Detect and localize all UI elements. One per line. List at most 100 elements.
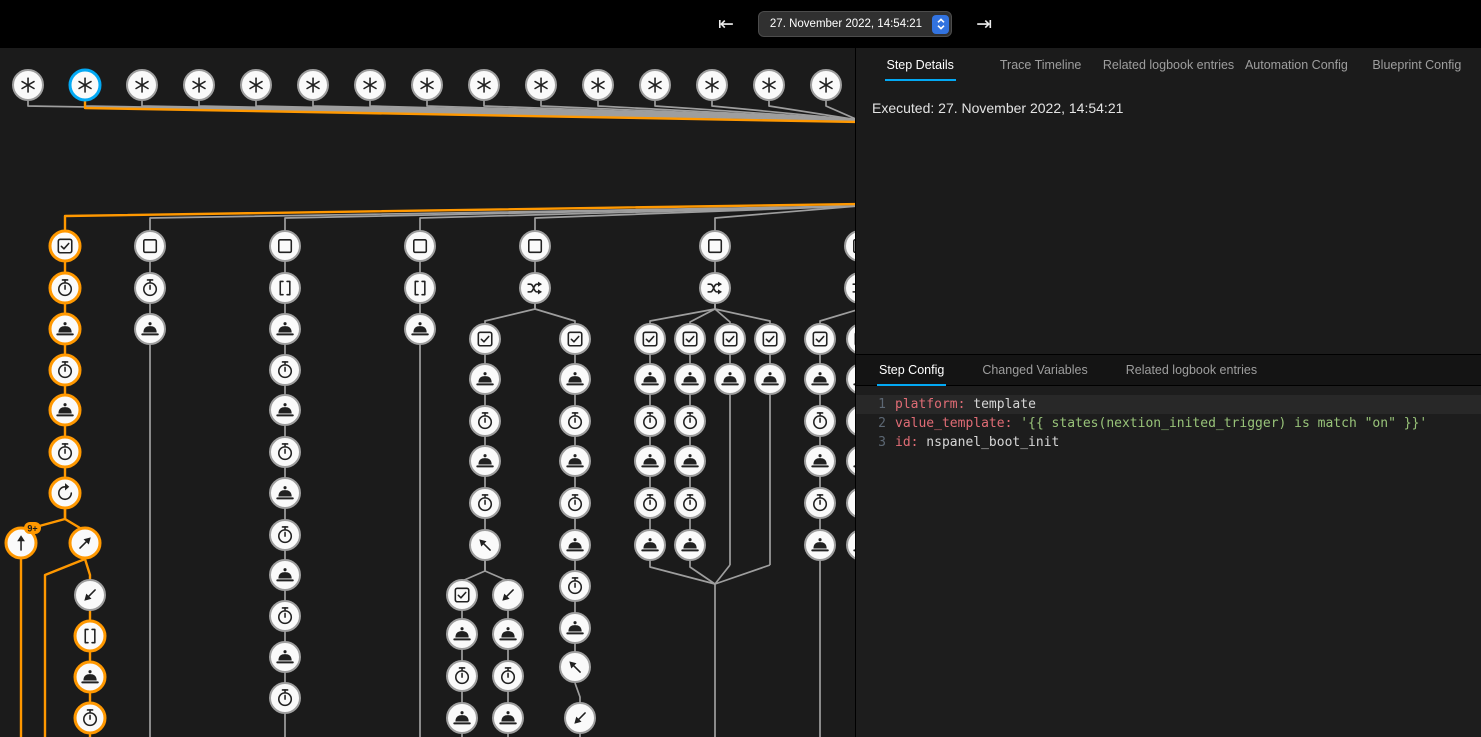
trace-node-condition[interactable] (715, 324, 745, 354)
trace-node-condition[interactable] (447, 580, 477, 610)
trace-node-bell[interactable] (493, 619, 523, 649)
trace-node-trigger[interactable] (697, 70, 727, 100)
trace-node-bell[interactable] (447, 703, 477, 733)
trace-node-bell[interactable] (755, 364, 785, 394)
trace-node-condition[interactable] (470, 324, 500, 354)
trace-node-bell[interactable] (270, 560, 300, 590)
trace-node-bell[interactable] (270, 395, 300, 425)
trace-node-stopwatch[interactable] (270, 683, 300, 713)
trace-node-stopwatch[interactable] (50, 273, 80, 303)
trace-node-trigger[interactable] (355, 70, 385, 100)
trace-node-stopwatch[interactable] (270, 601, 300, 631)
trace-node-trigger[interactable] (640, 70, 670, 100)
trace-node-stopwatch[interactable] (270, 437, 300, 467)
trace-node-stopwatch[interactable] (635, 406, 665, 436)
trace-node-trigger[interactable] (70, 70, 100, 100)
trace-node-trigger[interactable] (469, 70, 499, 100)
trace-node-bell[interactable] (675, 530, 705, 560)
trace-node-stopwatch[interactable] (50, 437, 80, 467)
trace-node-square[interactable] (520, 231, 550, 261)
code-line[interactable]: 3id: nspanel_boot_init (856, 433, 1481, 452)
trace-node-bell[interactable] (560, 613, 590, 643)
trace-node-stopwatch[interactable] (635, 488, 665, 518)
trace-node-condition[interactable] (50, 231, 80, 261)
trace-node-trigger[interactable] (127, 70, 157, 100)
trace-node-trigger[interactable] (583, 70, 613, 100)
trace-node-condition[interactable] (675, 324, 705, 354)
trace-node-bell[interactable] (675, 446, 705, 476)
trace-node-condition[interactable] (635, 324, 665, 354)
trace-node-stopwatch[interactable] (675, 406, 705, 436)
trace-node-square[interactable] (135, 231, 165, 261)
trace-node-bell[interactable] (447, 619, 477, 649)
trace-node-brackets[interactable] (270, 273, 300, 303)
tab-step-config[interactable]: Step Config (860, 355, 963, 385)
trace-node-stopwatch[interactable] (805, 406, 835, 436)
tab-step-details[interactable]: Step Details (860, 48, 980, 82)
trace-node-stopwatch[interactable] (75, 703, 105, 733)
trace-node-trigger[interactable] (811, 70, 841, 100)
trace-node-stopwatch[interactable] (470, 406, 500, 436)
code-line[interactable]: 2value_template: '{{ states(nextion_init… (856, 414, 1481, 433)
trace-node-square[interactable] (845, 231, 855, 261)
trace-node-bell[interactable] (493, 703, 523, 733)
trace-node-square[interactable] (270, 231, 300, 261)
trace-node-bell[interactable] (675, 364, 705, 394)
trace-node-bell[interactable] (715, 364, 745, 394)
trace-node-shuffle[interactable] (845, 273, 855, 303)
trace-node-stopwatch[interactable] (560, 488, 590, 518)
previous-trace-button[interactable]: ⇤ (718, 15, 734, 34)
trace-node-bell[interactable] (135, 314, 165, 344)
trace-node-stopwatch[interactable] (560, 406, 590, 436)
trace-node-bell[interactable] (270, 314, 300, 344)
trace-node-bell[interactable] (805, 530, 835, 560)
code-editor[interactable]: 1platform: template2value_template: '{{ … (856, 386, 1481, 737)
trace-node-bell[interactable] (805, 446, 835, 476)
trace-node-bell[interactable] (805, 364, 835, 394)
trace-node-condition[interactable] (755, 324, 785, 354)
trace-node-bell[interactable] (847, 446, 855, 476)
next-trace-button[interactable]: ⇥ (976, 15, 992, 34)
tab-blueprint-config[interactable]: Blueprint Config (1357, 48, 1477, 82)
trace-node-trigger[interactable] (241, 70, 271, 100)
trace-node-bell[interactable] (635, 364, 665, 394)
trace-node-trigger[interactable] (184, 70, 214, 100)
trace-node-stopwatch[interactable] (560, 571, 590, 601)
tab-config-related-logbook-entries[interactable]: Related logbook entries (1107, 355, 1276, 385)
trace-node-stopwatch[interactable] (847, 488, 855, 518)
trace-node-trigger[interactable] (412, 70, 442, 100)
code-line[interactable]: 1platform: template (856, 395, 1481, 414)
trace-node-bell[interactable] (405, 314, 435, 344)
trace-node-bell[interactable] (50, 314, 80, 344)
trace-node-stopwatch[interactable] (493, 661, 523, 691)
trace-node-stopwatch[interactable] (50, 355, 80, 385)
trace-node-shuffle[interactable] (700, 273, 730, 303)
trace-node-trigger[interactable] (298, 70, 328, 100)
trace-node-trigger[interactable] (526, 70, 556, 100)
trace-node-arrow-nw[interactable] (560, 652, 590, 682)
trace-node-stopwatch[interactable] (270, 355, 300, 385)
trace-node-stopwatch[interactable] (470, 488, 500, 518)
trace-node-bell[interactable] (270, 478, 300, 508)
trace-node-bell[interactable] (847, 530, 855, 560)
trace-node-bell[interactable] (847, 364, 855, 394)
trace-node-square[interactable] (700, 231, 730, 261)
trace-node-stopwatch[interactable] (675, 488, 705, 518)
trace-node-arrow-sw[interactable] (493, 580, 523, 610)
trace-node-bell[interactable] (635, 530, 665, 560)
trace-node-condition[interactable] (847, 324, 855, 354)
trace-node-bell[interactable] (560, 446, 590, 476)
trace-node-condition[interactable] (805, 324, 835, 354)
trace-selector-dropdown[interactable]: 27. November 2022, 14:54:21 (758, 11, 952, 37)
trace-node-stopwatch[interactable] (135, 273, 165, 303)
trace-node-brackets[interactable] (405, 273, 435, 303)
tab-trace-timeline[interactable]: Trace Timeline (980, 48, 1100, 82)
trace-node-bell[interactable] (470, 446, 500, 476)
trace-node-bell[interactable] (560, 364, 590, 394)
tab-related-logbook-entries[interactable]: Related logbook entries (1101, 48, 1236, 82)
trace-node-stopwatch[interactable] (447, 661, 477, 691)
trace-node-arrow-up[interactable]: 9+ (6, 522, 41, 558)
trace-node-square[interactable] (405, 231, 435, 261)
trace-node-bell[interactable] (50, 395, 80, 425)
trace-node-bell[interactable] (470, 364, 500, 394)
